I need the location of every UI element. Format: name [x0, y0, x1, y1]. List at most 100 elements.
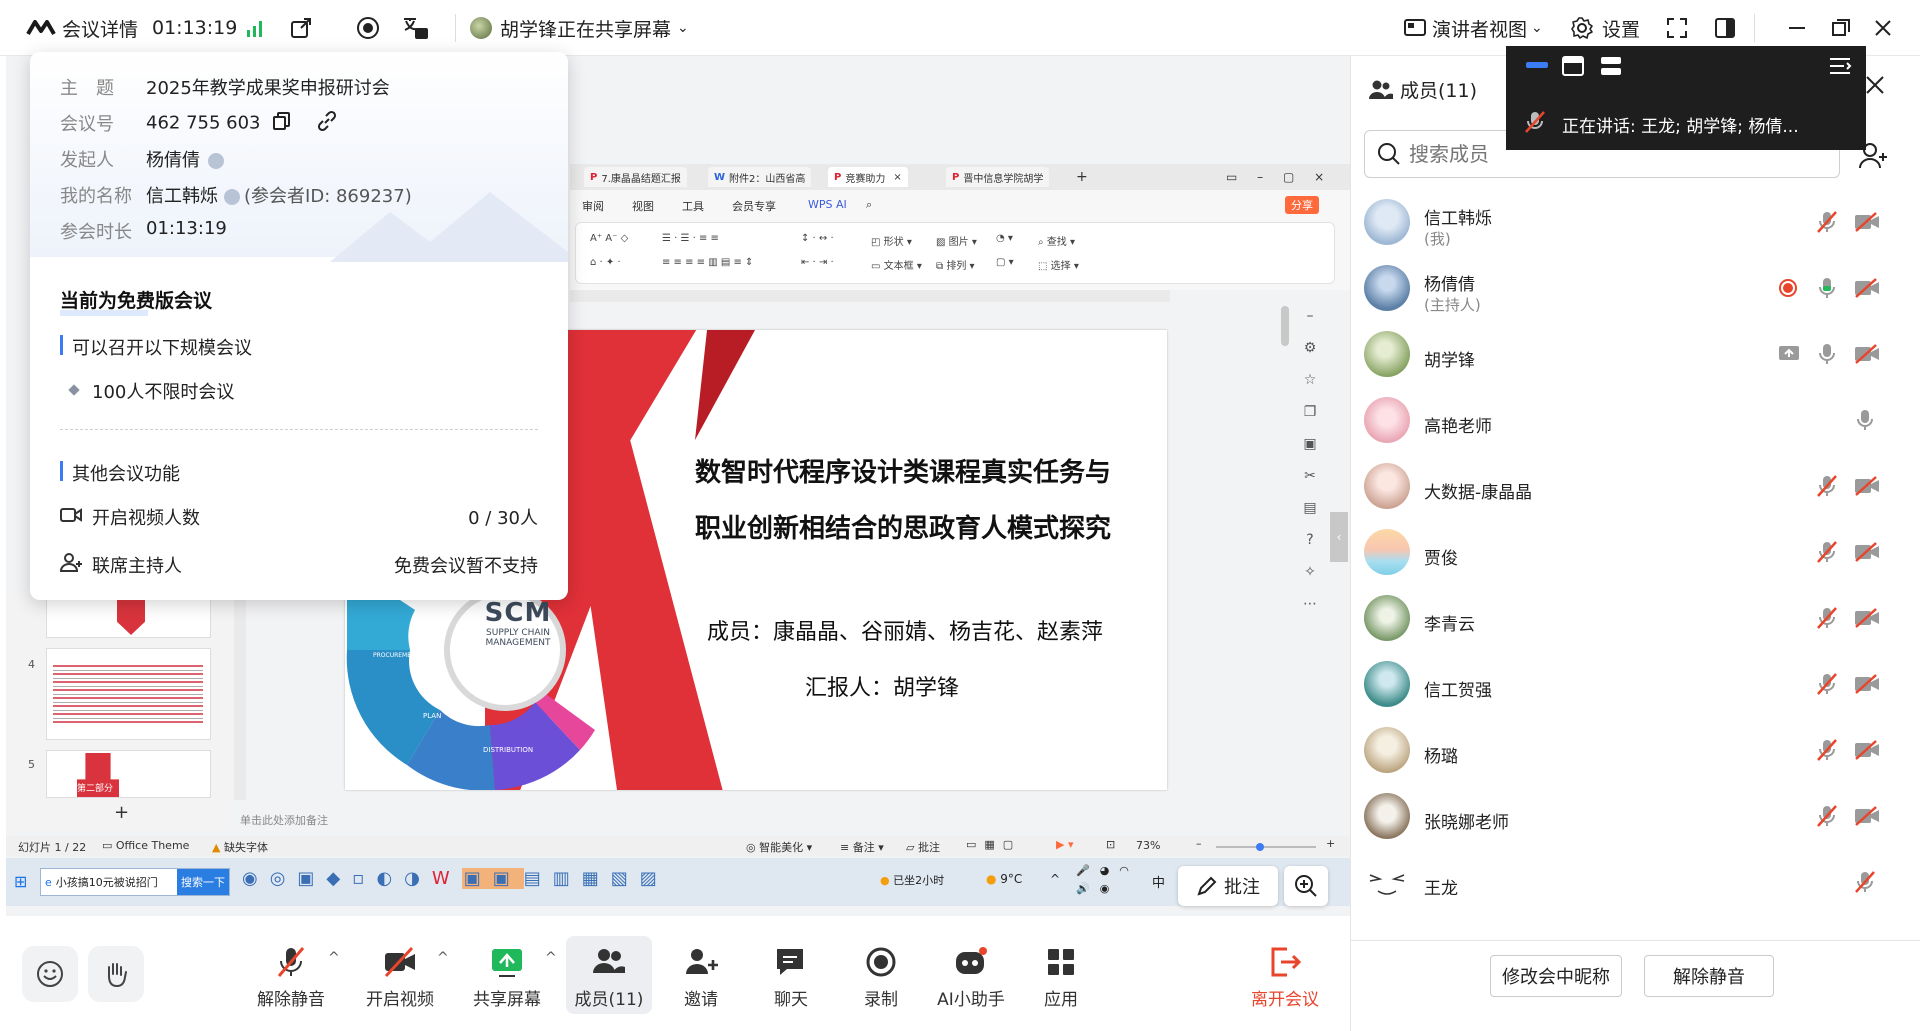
member-row[interactable]: 贾俊 [1364, 520, 1904, 586]
status-missing-font[interactable]: ▲ 缺失字体 [212, 839, 268, 855]
help-icon[interactable]: ? [1290, 524, 1330, 556]
chevron-up-icon[interactable]: ^ [328, 950, 340, 966]
panel-collapse-handle[interactable]: ‹ [1330, 512, 1348, 562]
find-tool[interactable]: ⌕ 查找 ▾ [1038, 233, 1075, 248]
member-row[interactable]: 高艳老师 [1364, 388, 1904, 454]
mic-muted-icon[interactable] [1816, 672, 1838, 700]
close-icon[interactable]: × [893, 172, 901, 183]
video-off-icon[interactable] [1854, 542, 1880, 566]
select-tool[interactable]: ⬚ 选择 ▾ [1038, 257, 1079, 272]
close-icon[interactable] [1864, 74, 1886, 100]
fit-icon[interactable]: ⊡ [1106, 838, 1115, 851]
member-row[interactable]: 王龙 [1364, 850, 1904, 916]
mic-muted-icon[interactable] [1816, 210, 1838, 238]
member-row[interactable]: 张晓娜老师 [1364, 784, 1904, 850]
signal-strength-icon[interactable] [246, 14, 266, 42]
outline-tool[interactable]: ▢ ▾ [996, 257, 1014, 268]
mic-muted-icon[interactable] [1816, 606, 1838, 634]
share-screen-control[interactable]: 共享屏幕 [462, 945, 552, 1015]
ribbon-menu-member[interactable]: 会员专享 [732, 198, 776, 214]
font-size-tools[interactable]: A⁺ A⁻ ◇ [590, 233, 628, 244]
mic-muted-icon[interactable] [1816, 474, 1838, 502]
member-row[interactable]: 大数据-康晶晶 [1364, 454, 1904, 520]
zoom-in-button[interactable] [1284, 866, 1328, 906]
presenter-view-dropdown[interactable]: 演讲者视图 ⌄ [1404, 14, 1543, 42]
picture-tool[interactable]: ▨ 图片 ▾ [936, 233, 977, 248]
sliders-icon[interactable]: ⚙ [1290, 332, 1330, 364]
apps-control[interactable]: 应用 [1016, 945, 1106, 1015]
slide-thumbnail-5[interactable]: 第二部分 [46, 750, 211, 798]
wps-tab[interactable]: P 7.康晶晶结题汇报 [584, 167, 687, 187]
menu-icon[interactable] [1828, 56, 1852, 80]
collapse-icon[interactable]: – [1290, 300, 1330, 332]
status-zoom[interactable]: 73% [1136, 839, 1160, 852]
video-off-icon[interactable] [1854, 212, 1880, 236]
copy-icon[interactable] [272, 111, 292, 136]
video-off-icon[interactable] [1854, 344, 1880, 368]
unmute-control[interactable]: 解除静音 [246, 945, 336, 1015]
video-off-icon[interactable] [1854, 740, 1880, 764]
record-control[interactable]: 录制 [836, 945, 926, 1015]
taskbar-weather[interactable]: ● 9°C [986, 872, 1022, 886]
more-icon[interactable]: ⋯ [1290, 588, 1330, 620]
translate-icon[interactable] [402, 14, 430, 42]
settings-button[interactable]: 设置 [1570, 14, 1640, 42]
wps-tab[interactable]: W 附件2：山西省高 [708, 167, 812, 187]
chevron-up-icon[interactable]: ^ [437, 950, 449, 966]
windows-start-icon[interactable]: ⊞ [14, 872, 27, 891]
mic-muted-icon[interactable] [1816, 540, 1838, 568]
close-icon[interactable] [1874, 14, 1892, 42]
fill-tool[interactable]: ◔ ▾ [996, 233, 1013, 244]
zoom-in-icon[interactable]: + [1326, 837, 1335, 850]
format-tools[interactable]: ⌂ · ✦ · [590, 257, 621, 268]
mic-on-icon[interactable] [1816, 276, 1838, 304]
book-icon[interactable]: ▤ [1290, 492, 1330, 524]
slide-thumbnail-4[interactable] [46, 648, 211, 740]
copy-icon[interactable]: ❐ [1290, 396, 1330, 428]
mic-muted-icon[interactable] [1854, 870, 1876, 898]
annotate-button[interactable]: 批注 [1178, 866, 1278, 906]
meeting-details-button[interactable]: 会议详情 [26, 14, 138, 42]
video-off-icon[interactable] [1854, 476, 1880, 500]
sharer-dropdown[interactable]: 胡学锋正在共享屏幕 ⌄ [470, 14, 689, 42]
sidebar-toggle-icon[interactable] [1714, 14, 1736, 42]
new-tab-button[interactable]: + [1070, 167, 1094, 187]
mic-muted-icon[interactable] [1816, 804, 1838, 832]
chat-control[interactable]: 聊天 [746, 945, 836, 1015]
leave-meeting-control[interactable]: 离开会议 [1240, 945, 1330, 1015]
magic-icon[interactable]: ✧ [1290, 556, 1330, 588]
tray-icons[interactable]: 🎤◕◠ 🔊◉ [1076, 862, 1139, 898]
search-icon[interactable]: ⌕ [866, 198, 872, 212]
mic-on-icon[interactable] [1816, 342, 1838, 370]
list-tools[interactable]: ☰ · ☰ · ≡ ≡ [662, 233, 719, 244]
member-row[interactable]: 胡学锋 [1364, 322, 1904, 388]
invite-control[interactable]: 邀请 [656, 945, 746, 1015]
status-comment[interactable]: ▱ 批注 [906, 839, 940, 855]
vertical-scrollbar[interactable] [1281, 306, 1289, 346]
member-row[interactable]: 杨璐 [1364, 718, 1904, 784]
taskbar-search-button[interactable]: 搜索一下 [177, 869, 229, 895]
align-tools[interactable]: ≡ ≡ ≡ ≡ ▥ ▤ ≡ ⇕ [662, 257, 753, 268]
member-row[interactable]: 信工贺强 [1364, 652, 1904, 718]
video-off-icon[interactable] [1854, 674, 1880, 698]
chevron-up-icon[interactable]: ^ [545, 950, 557, 966]
star-icon[interactable]: ☆ [1290, 364, 1330, 396]
panel-unmute-button[interactable]: 解除静音 [1644, 955, 1774, 997]
taskbar-sit-reminder[interactable]: ● 已坐2小时 [880, 872, 944, 888]
add-slide-button[interactable]: + [114, 802, 129, 823]
raise-hand-button[interactable] [88, 946, 144, 1002]
play-icon[interactable]: ▶ ▾ [1056, 838, 1073, 851]
video-off-icon[interactable] [1854, 608, 1880, 632]
shape-tool[interactable]: ◰ 形状 ▾ [871, 233, 912, 248]
wps-window-controls[interactable]: ▭ – ▢ × [1220, 167, 1338, 187]
reaction-button[interactable] [22, 946, 78, 1002]
wps-share-button[interactable]: 分享 [1285, 196, 1319, 214]
maximize-icon[interactable] [1832, 14, 1850, 42]
ai-assistant-control[interactable]: AI小助手 [926, 945, 1016, 1015]
ribbon-menu-view[interactable]: 视图 [632, 198, 654, 214]
video-off-icon[interactable] [1854, 278, 1880, 302]
link-icon[interactable] [316, 110, 338, 137]
textbox-tool[interactable]: ▭ 文本框 ▾ [871, 257, 922, 272]
spacing-tools[interactable]: ↕ · ↔ · [801, 233, 834, 244]
start-video-control[interactable]: 开启视频 [355, 945, 445, 1015]
